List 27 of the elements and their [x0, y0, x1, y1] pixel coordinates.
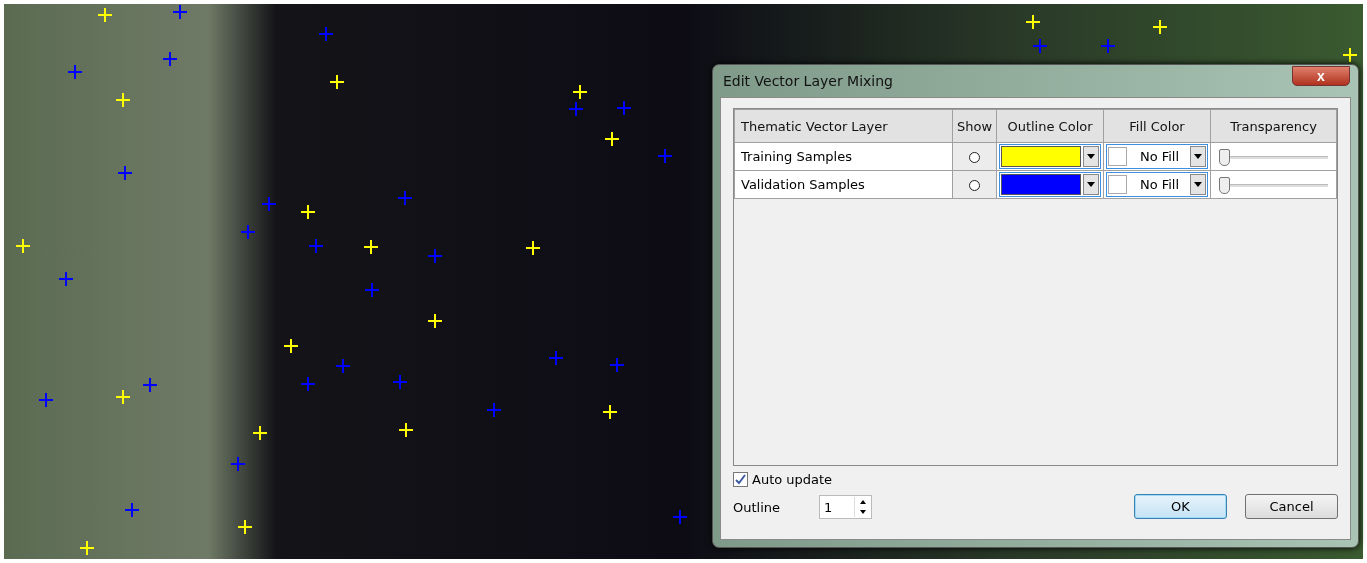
outline-spinner[interactable]: 1 [819, 495, 872, 519]
fill-color-dropdown[interactable]: No Fill [1106, 172, 1208, 197]
show-radio[interactable] [969, 180, 980, 191]
fill-color-dropdown[interactable]: No Fill [1106, 144, 1208, 169]
ok-button[interactable]: OK [1134, 494, 1227, 519]
cancel-button[interactable]: Cancel [1245, 494, 1338, 519]
layer-name: Training Samples [734, 142, 953, 171]
layer-name: Validation Samples [734, 170, 953, 199]
outline-color-dropdown[interactable] [999, 172, 1101, 197]
column-header: Thematic Vector Layer [734, 109, 953, 143]
caret-icon [1194, 154, 1202, 159]
window-title: Edit Vector Layer Mixing [723, 73, 893, 89]
close-button[interactable]: x [1292, 66, 1350, 86]
check-icon [735, 474, 746, 485]
column-header: Show [952, 109, 997, 143]
caret-icon [1087, 154, 1095, 159]
outline-label: Outline [733, 499, 782, 515]
column-header: Transparency [1210, 109, 1337, 143]
show-radio[interactable] [969, 152, 980, 163]
caret-icon [1087, 182, 1095, 187]
column-header: Fill Color [1103, 109, 1211, 143]
caret-icon [1194, 182, 1202, 187]
auto-update-checkbox[interactable]: Auto update [733, 472, 872, 487]
outline-color-dropdown[interactable] [999, 144, 1101, 169]
transparency-slider[interactable] [1219, 146, 1328, 167]
transparency-slider[interactable] [1219, 174, 1328, 195]
column-header: Outline Color [996, 109, 1104, 143]
